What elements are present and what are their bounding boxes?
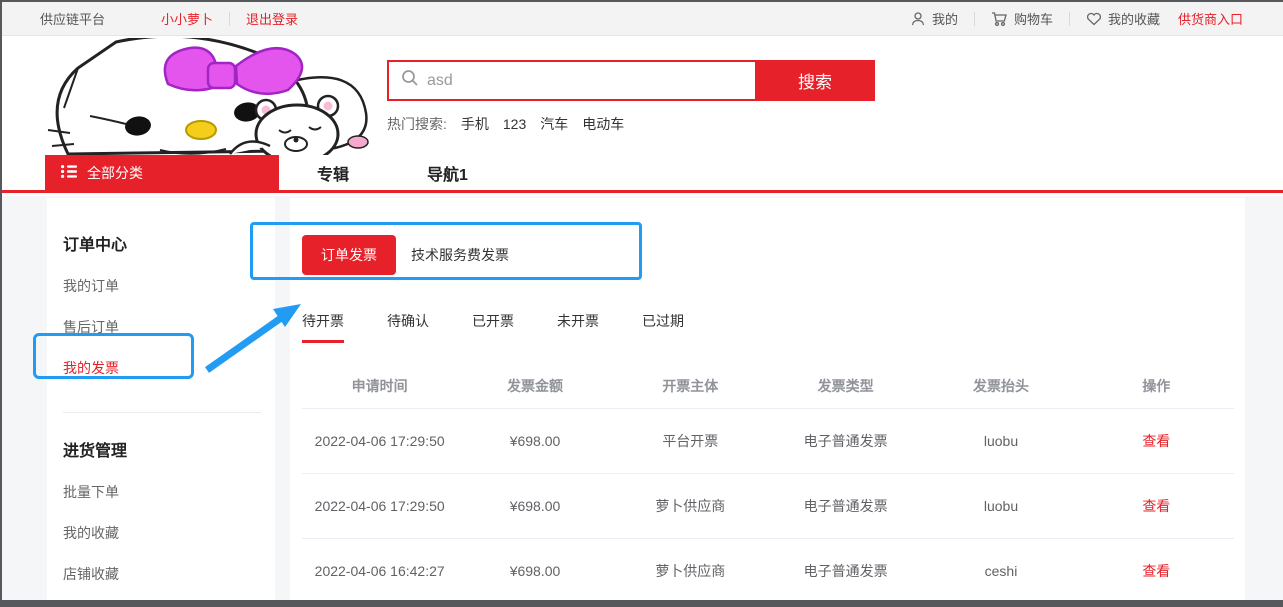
search-icon <box>401 69 419 92</box>
sidebar-item-my-favorites[interactable]: 我的收藏 <box>63 523 275 543</box>
sidebar-section-title-purchase: 进货管理 <box>63 437 275 461</box>
hot-keyword[interactable]: 汽车 <box>540 114 568 134</box>
window-frame-bottom <box>2 600 1283 607</box>
table-row: 2022-04-06 16:42:27 ¥698.00 萝卜供应商 电子普通发票… <box>302 538 1234 603</box>
cart-icon <box>991 11 1008 27</box>
view-link[interactable]: 查看 <box>1142 563 1170 579</box>
cell-title: ceshi <box>923 538 1078 603</box>
category-list-icon <box>61 165 77 181</box>
cell-type: 电子普通发票 <box>768 538 923 603</box>
favorites-link[interactable]: 我的收藏 <box>1086 9 1160 28</box>
nav-link-album[interactable]: 专辑 <box>317 155 349 190</box>
cell-amount: ¥698.00 <box>457 473 612 538</box>
col-amount: 发票金额 <box>457 365 612 408</box>
favorites-label: 我的收藏 <box>1108 9 1160 28</box>
hot-search-label: 热门搜索: <box>387 114 447 134</box>
status-tab-invoiced[interactable]: 已开票 <box>472 311 514 343</box>
sidebar: 订单中心 我的订单 售后订单 我的发票 进货管理 批量下单 我的收藏 店铺收藏 … <box>47 198 275 602</box>
all-categories-button[interactable]: 全部分类 <box>45 155 279 190</box>
divider <box>974 12 975 26</box>
cell-apply-time: 2022-04-06 17:29:50 <box>302 473 457 538</box>
invoice-table: 申请时间 发票金额 开票主体 发票类型 发票抬头 操作 2022-04-06 1… <box>302 365 1234 604</box>
sidebar-section-title-orders: 订单中心 <box>63 231 275 255</box>
my-account-label: 我的 <box>932 9 958 28</box>
search-input[interactable] <box>427 72 755 90</box>
user-icon <box>910 11 926 27</box>
cell-subject: 萝卜供应商 <box>613 473 768 538</box>
col-subject: 开票主体 <box>613 365 768 408</box>
logout-link[interactable]: 退出登录 <box>246 9 298 28</box>
table-header-row: 申请时间 发票金额 开票主体 发票类型 发票抬头 操作 <box>302 365 1234 408</box>
annotation-box-my-invoices <box>33 333 194 379</box>
cell-apply-time: 2022-04-06 17:29:50 <box>302 408 457 473</box>
hot-search-row: 热门搜索: 手机 123 汽车 电动车 <box>387 114 875 134</box>
view-link[interactable]: 查看 <box>1142 498 1170 514</box>
heart-icon <box>1086 11 1102 26</box>
supplier-entry-link[interactable]: 供货商入口 <box>1178 9 1243 28</box>
cell-type: 电子普通发票 <box>768 473 923 538</box>
col-type: 发票类型 <box>768 365 923 408</box>
status-tab-not-invoiced[interactable]: 未开票 <box>557 311 599 343</box>
cell-amount: ¥698.00 <box>457 408 612 473</box>
cell-apply-time: 2022-04-06 16:42:27 <box>302 538 457 603</box>
status-tab-to-confirm[interactable]: 待确认 <box>387 311 429 343</box>
my-account-link[interactable]: 我的 <box>910 9 958 28</box>
nav-link-nav1[interactable]: 导航1 <box>427 155 468 190</box>
header: 搜索 热门搜索: 手机 123 汽车 电动车 <box>2 37 1283 155</box>
sidebar-divider <box>63 412 261 413</box>
col-action: 操作 <box>1079 365 1234 408</box>
table-row: 2022-04-06 17:29:50 ¥698.00 萝卜供应商 电子普通发票… <box>302 473 1234 538</box>
col-apply-time: 申请时间 <box>302 365 457 408</box>
site-logo[interactable] <box>40 38 372 155</box>
all-categories-label: 全部分类 <box>87 163 143 183</box>
status-tab-pending[interactable]: 待开票 <box>302 311 344 343</box>
divider <box>229 12 230 26</box>
cell-title: luobu <box>923 408 1078 473</box>
cell-subject: 萝卜供应商 <box>613 538 768 603</box>
table-row: 2022-04-06 17:29:50 ¥698.00 平台开票 电子普通发票 … <box>302 408 1234 473</box>
search-field[interactable] <box>387 60 755 101</box>
status-tab-expired[interactable]: 已过期 <box>642 311 684 343</box>
cell-title: luobu <box>923 473 1078 538</box>
invoice-status-tabs: 待开票 待确认 已开票 未开票 已过期 <box>302 311 1245 343</box>
view-link[interactable]: 查看 <box>1142 433 1170 449</box>
cart-label: 购物车 <box>1014 9 1053 28</box>
cat-logo-image <box>40 38 372 155</box>
brand-text: 供应链平台 <box>40 9 105 28</box>
hot-keyword[interactable]: 123 <box>503 116 526 132</box>
sidebar-item-batch-order[interactable]: 批量下单 <box>63 482 275 502</box>
main-nav: 全部分类 专辑 导航1 <box>2 155 1283 193</box>
cell-type: 电子普通发票 <box>768 408 923 473</box>
username-link[interactable]: 小小萝卜 <box>161 9 213 28</box>
cell-amount: ¥698.00 <box>457 538 612 603</box>
hot-keyword[interactable]: 电动车 <box>582 114 624 134</box>
annotation-box-invoice-tabs <box>250 222 642 280</box>
search-button[interactable]: 搜索 <box>755 60 875 101</box>
cell-subject: 平台开票 <box>613 408 768 473</box>
cart-link[interactable]: 购物车 <box>991 9 1053 28</box>
hot-keyword[interactable]: 手机 <box>461 114 489 134</box>
col-title: 发票抬头 <box>923 365 1078 408</box>
divider <box>1069 12 1070 26</box>
sidebar-item-my-orders[interactable]: 我的订单 <box>63 276 275 296</box>
top-bar: 供应链平台 小小萝卜 退出登录 我的 <box>2 2 1283 36</box>
app-window: 供应链平台 小小萝卜 退出登录 我的 <box>0 0 1283 607</box>
sidebar-item-store-favorites[interactable]: 店铺收藏 <box>63 564 275 584</box>
